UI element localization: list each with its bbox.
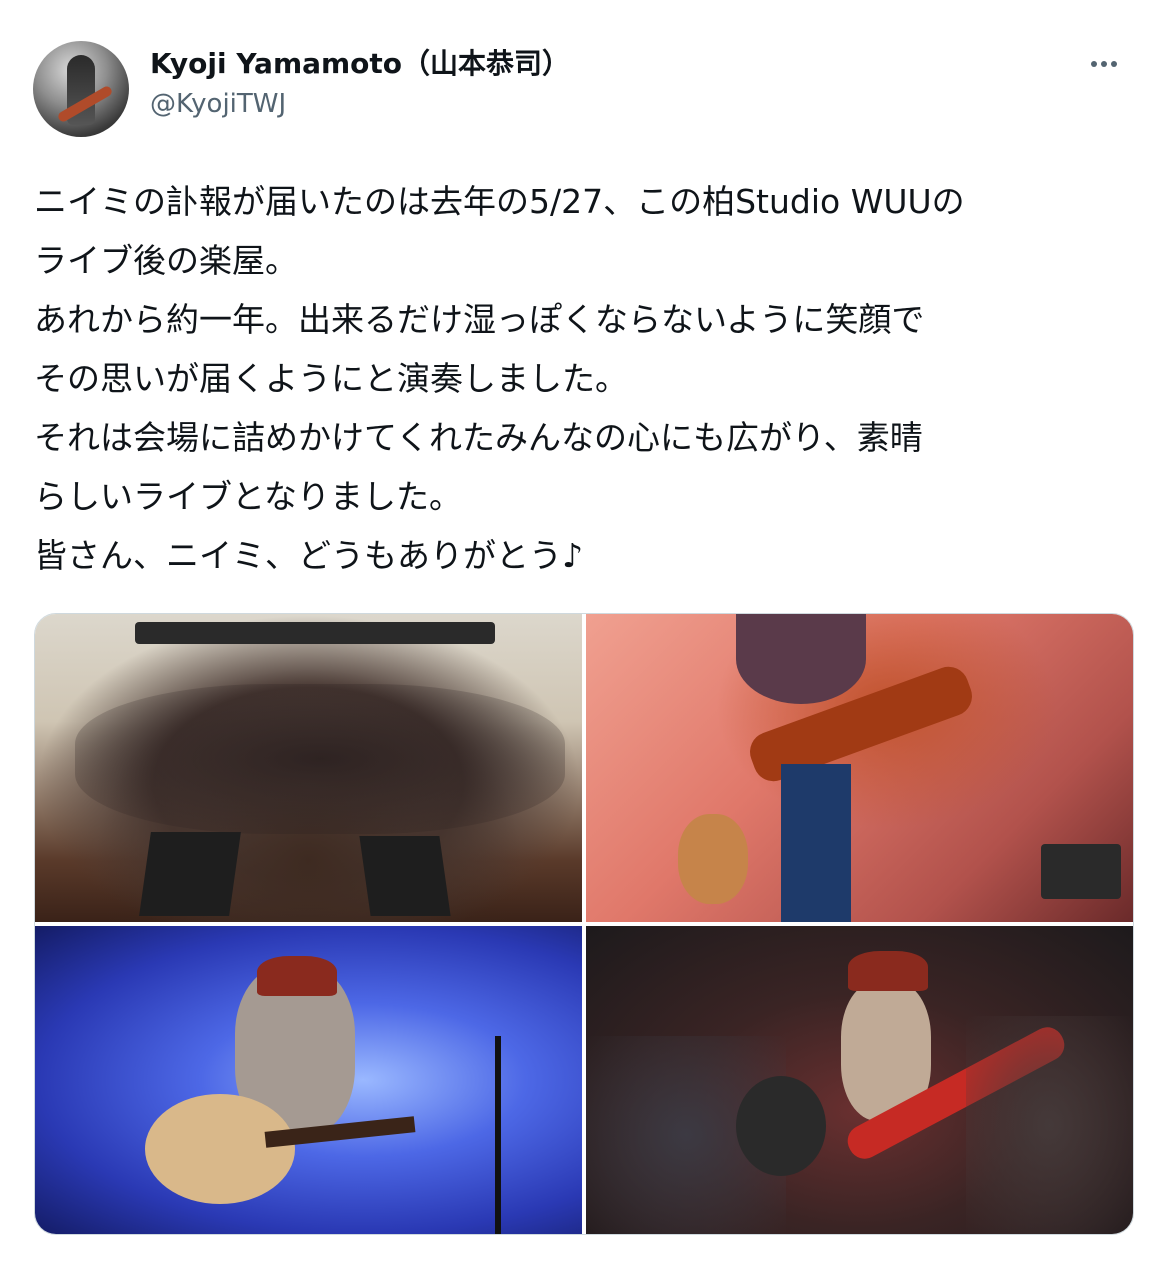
performer-legs	[781, 764, 851, 922]
audience-right	[966, 1016, 1133, 1234]
acoustic-guitar	[145, 1094, 295, 1204]
speaker-left	[139, 832, 241, 916]
mic-stand	[495, 1036, 501, 1234]
speaker-right	[359, 836, 451, 916]
foreground-head	[736, 1076, 826, 1176]
more-horizontal-icon	[1111, 61, 1117, 67]
tweet-text-line: ライブ後の楽屋。	[34, 241, 298, 280]
acoustic-guitar	[678, 814, 748, 904]
tweet-text-line: あれから約一年。出来るだけ湿っぽくならないように笑顔で	[34, 300, 925, 339]
more-options-button[interactable]	[1084, 44, 1124, 84]
author-avatar[interactable]	[33, 41, 129, 137]
tweet-card: Kyoji Yamamoto（山本恭司） @KyojiTWJ ニイミの訃報が届い…	[0, 0, 1174, 1268]
stage-lights	[135, 622, 495, 644]
photo-crowd-electric-guitar[interactable]	[586, 926, 1133, 1234]
tweet-text-line: らしいライブとなりました。	[34, 477, 463, 516]
media-grid	[34, 613, 1134, 1235]
tweet-text-line: 皆さん、ニイミ、どうもありがとう♪	[34, 536, 584, 575]
author-handle[interactable]: @KyojiTWJ	[150, 84, 570, 124]
more-horizontal-icon	[1101, 61, 1107, 67]
performer-hair	[736, 614, 866, 704]
more-horizontal-icon	[1091, 61, 1097, 67]
tweet-text-line: その思いが届くようにと演奏しました。	[34, 359, 628, 398]
photo-group-audience[interactable]	[35, 614, 582, 922]
author-name-block: Kyoji Yamamoto（山本恭司） @KyojiTWJ	[150, 44, 570, 124]
photo-acoustic-guitar[interactable]	[35, 926, 582, 1234]
author-display-name[interactable]: Kyoji Yamamoto（山本恭司）	[150, 44, 570, 84]
amplifier	[1041, 844, 1121, 899]
tweet-text: ニイミの訃報が届いたのは去年の5/27、この柏Studio WUUの ライブ後の…	[34, 172, 1144, 585]
crowd	[75, 684, 565, 834]
hat	[848, 951, 928, 991]
tweet-text-line: それは会場に詰めかけてくれたみんなの心にも広がり、素晴	[34, 418, 923, 457]
hat	[257, 956, 337, 996]
photo-electric-guitar[interactable]	[586, 614, 1133, 922]
tweet-text-line: ニイミの訃報が届いたのは去年の5/27、この柏Studio WUUの	[34, 182, 965, 221]
